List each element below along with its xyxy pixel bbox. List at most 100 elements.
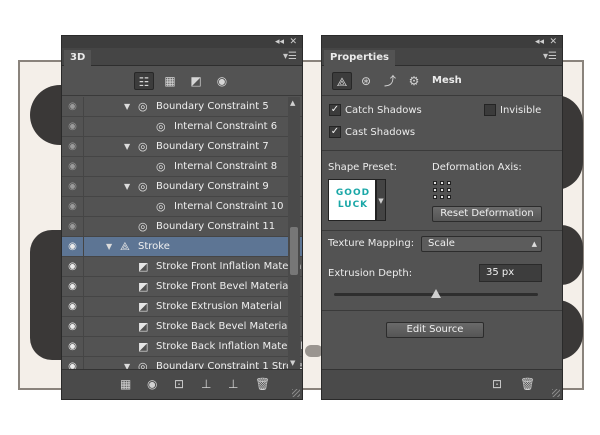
- bottom-toolbar: ⊡ 🗑: [322, 369, 562, 399]
- layer-row[interactable]: ◉ ◎ Internal Constraint 6: [62, 117, 302, 137]
- shape-preset-dropdown[interactable]: ▼: [376, 179, 386, 221]
- visibility-eye-icon[interactable]: ◉: [62, 317, 84, 337]
- visibility-eye-icon[interactable]: ◉: [62, 257, 84, 277]
- constraint-icon: ◎: [138, 360, 148, 369]
- layer-row[interactable]: ◉ ▼ ⟁ Stroke: [62, 237, 302, 257]
- layer-row[interactable]: ◉ ◩ Stroke Back Bevel Material: [62, 317, 302, 337]
- drop-to-plane-icon[interactable]: ⊥: [201, 377, 211, 391]
- preset-preview-text: LUCK: [337, 200, 369, 210]
- checkbox[interactable]: ✓: [329, 104, 341, 116]
- visibility-eye-icon[interactable]: ◉: [62, 197, 84, 217]
- layer-label: Boundary Constraint 5: [156, 101, 269, 112]
- panel-titlebar[interactable]: ◂◂ ✕: [62, 36, 302, 48]
- edit-source-button[interactable]: Edit Source: [386, 322, 484, 338]
- twirl-icon[interactable]: ▼: [106, 237, 112, 257]
- close-icon[interactable]: ✕: [289, 36, 297, 48]
- axis-dot[interactable]: [447, 181, 451, 185]
- render-icon[interactable]: ⊡: [174, 377, 184, 391]
- visibility-eye-icon[interactable]: ◉: [62, 237, 84, 257]
- tab-3d[interactable]: 3D: [64, 50, 92, 66]
- axis-dot[interactable]: [440, 195, 444, 199]
- layer-row[interactable]: ◉ ▼ ◎ Boundary Constraint 9: [62, 177, 302, 197]
- layer-row[interactable]: ◉ ◎ Boundary Constraint 11: [62, 217, 302, 237]
- axis-dot[interactable]: [440, 188, 444, 192]
- layer-label: Internal Constraint 8: [174, 161, 278, 172]
- layer-row[interactable]: ◉ ▼ ◎ Boundary Constraint 7: [62, 137, 302, 157]
- visibility-eye-icon[interactable]: ◉: [62, 117, 84, 137]
- panel-tab-row: Properties ▾☰: [322, 48, 562, 66]
- render-icon[interactable]: ⊡: [492, 377, 502, 391]
- layer-label: Stroke Front Inflation Material: [156, 261, 302, 272]
- whole-scene-filter-icon[interactable]: ☷: [134, 72, 154, 90]
- add-mesh-icon[interactable]: ▦: [120, 377, 131, 391]
- texture-mapping-select[interactable]: Scale ▲: [421, 236, 542, 252]
- layer-row[interactable]: ◉ ▼ ◎ Boundary Constraint 1 Stroke: [62, 357, 302, 369]
- constraint-icon: ◎: [138, 100, 148, 113]
- resize-grip[interactable]: [292, 389, 300, 397]
- axis-dot[interactable]: [447, 188, 451, 192]
- panel-menu-icon[interactable]: ▾☰: [543, 51, 557, 62]
- layer-row[interactable]: ◉ ◩ Stroke Front Bevel Material: [62, 277, 302, 297]
- extrusion-depth-slider[interactable]: [334, 289, 538, 298]
- invisible-checkbox[interactable]: Invisible: [484, 104, 541, 118]
- reset-deformation-button[interactable]: Reset Deformation: [432, 206, 542, 222]
- scroll-up-icon[interactable]: ▲: [290, 99, 295, 107]
- panel-titlebar[interactable]: ◂◂ ✕: [322, 36, 562, 48]
- visibility-eye-icon[interactable]: ◉: [62, 97, 84, 117]
- layer-label: Stroke Back Bevel Material: [156, 321, 291, 332]
- layer-row[interactable]: ◉ ◩ Stroke Extrusion Material: [62, 297, 302, 317]
- constraint-icon[interactable]: ⊥: [228, 377, 238, 391]
- visibility-eye-icon[interactable]: ◉: [62, 217, 84, 237]
- axis-dot[interactable]: [433, 181, 437, 185]
- resize-grip[interactable]: [552, 389, 560, 397]
- close-icon[interactable]: ✕: [549, 36, 557, 48]
- texture-mapping-label: Texture Mapping:: [328, 238, 415, 249]
- mode-toolbar: Mesh ⟁ ⊛ ⤴ ⚙: [322, 66, 562, 96]
- delete-icon[interactable]: 🗑: [255, 377, 270, 391]
- axis-dot[interactable]: [433, 195, 437, 199]
- panel-menu-icon[interactable]: ▾☰: [283, 51, 297, 62]
- layer-row[interactable]: ◉ ◎ Internal Constraint 8: [62, 157, 302, 177]
- twirl-icon[interactable]: ▼: [124, 357, 130, 369]
- delete-icon[interactable]: 🗑: [520, 377, 535, 391]
- scroll-down-icon[interactable]: ▼: [290, 359, 295, 367]
- lights-filter-icon[interactable]: ◉: [212, 72, 232, 90]
- layer-row[interactable]: ◉ ◎ Internal Constraint 10: [62, 197, 302, 217]
- scrollbar[interactable]: ▲ ▼: [288, 97, 300, 369]
- deform-mode-icon[interactable]: ⊛: [356, 72, 376, 90]
- tab-properties[interactable]: Properties: [324, 50, 395, 66]
- shape-preset-thumbnail[interactable]: GOOD LUCK: [328, 179, 376, 221]
- visibility-eye-icon[interactable]: ◉: [62, 277, 84, 297]
- meshes-filter-icon[interactable]: ▦: [160, 72, 180, 90]
- layer-row[interactable]: ◉ ◩ Stroke Front Inflation Material: [62, 257, 302, 277]
- deformation-axis-grid[interactable]: [433, 181, 451, 199]
- extrusion-depth-input[interactable]: 35 px: [479, 264, 542, 282]
- visibility-eye-icon[interactable]: ◉: [62, 337, 84, 357]
- axis-dot[interactable]: [440, 181, 444, 185]
- checkbox[interactable]: [484, 104, 496, 116]
- visibility-eye-icon[interactable]: ◉: [62, 137, 84, 157]
- cap-mode-icon[interactable]: ⤴: [380, 72, 400, 90]
- visibility-eye-icon[interactable]: ◉: [62, 297, 84, 317]
- cast-shadows-checkbox[interactable]: ✓ Cast Shadows: [329, 126, 415, 140]
- checkbox[interactable]: ✓: [329, 126, 341, 138]
- scroll-thumb[interactable]: [290, 227, 298, 275]
- catch-shadows-checkbox[interactable]: ✓ Catch Shadows: [329, 104, 422, 118]
- axis-dot[interactable]: [433, 188, 437, 192]
- slider-knob[interactable]: [431, 289, 441, 298]
- twirl-icon[interactable]: ▼: [124, 137, 130, 157]
- twirl-icon[interactable]: ▼: [124, 97, 130, 117]
- axis-dot[interactable]: [447, 195, 451, 199]
- layer-row[interactable]: ◉ ◩ Stroke Back Inflation Material: [62, 337, 302, 357]
- coordinates-mode-icon[interactable]: ⚙: [404, 72, 424, 90]
- visibility-eye-icon[interactable]: ◉: [62, 357, 84, 369]
- materials-filter-icon[interactable]: ◩: [186, 72, 206, 90]
- mesh-mode-icon[interactable]: ⟁: [332, 72, 352, 90]
- layer-row[interactable]: ◉ ▼ ◎ Boundary Constraint 5: [62, 97, 302, 117]
- visibility-eye-icon[interactable]: ◉: [62, 157, 84, 177]
- collapse-icon[interactable]: ◂◂: [535, 36, 544, 48]
- add-light-icon[interactable]: ◉: [147, 377, 157, 391]
- visibility-eye-icon[interactable]: ◉: [62, 177, 84, 197]
- twirl-icon[interactable]: ▼: [124, 177, 130, 197]
- collapse-icon[interactable]: ◂◂: [275, 36, 284, 48]
